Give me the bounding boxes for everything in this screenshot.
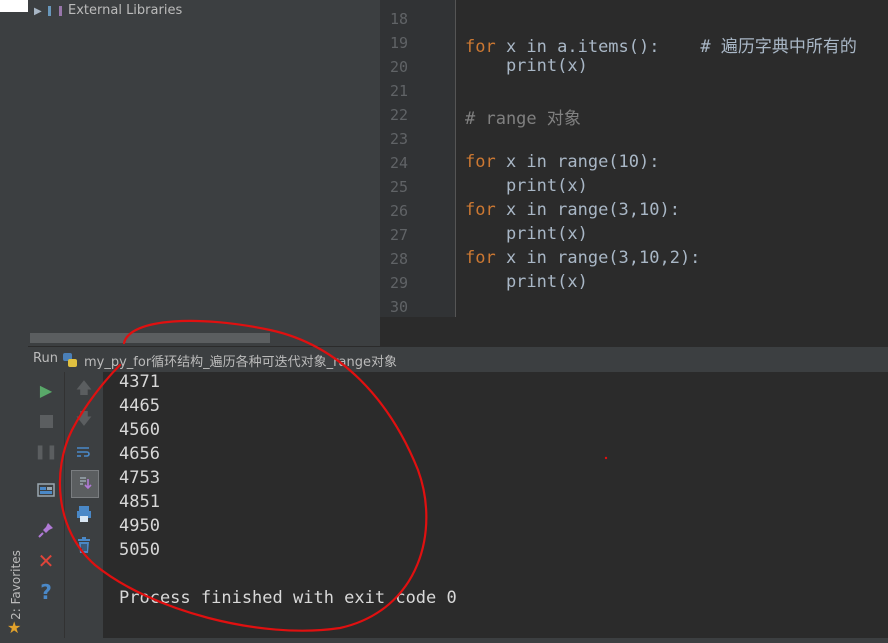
red-annotation-circle (58, 319, 608, 632)
